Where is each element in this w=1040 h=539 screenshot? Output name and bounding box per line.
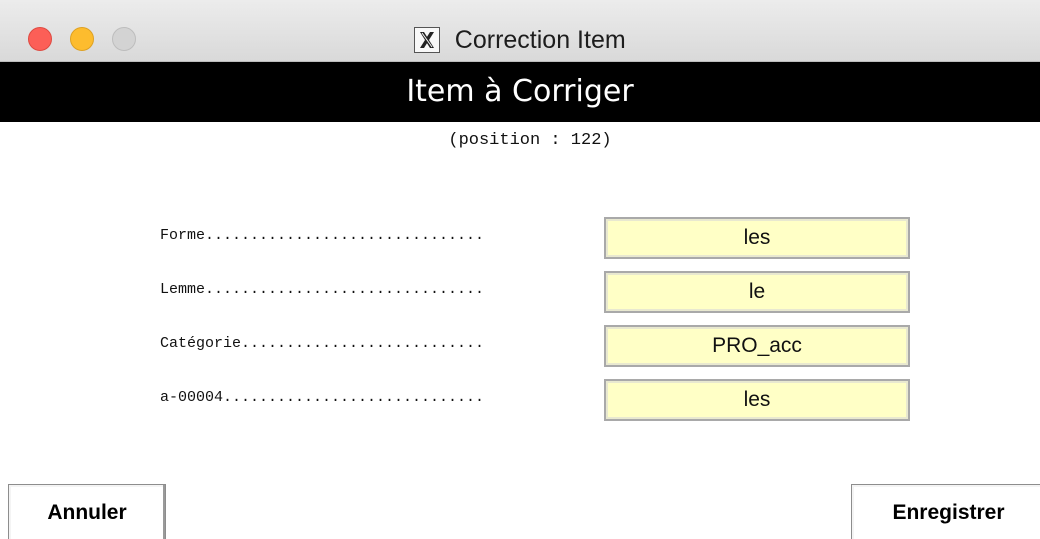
categorie-field[interactable] xyxy=(604,325,910,367)
form-row-categorie: Catégorie........................... xyxy=(0,325,1040,367)
forme-label: Forme............................... xyxy=(160,227,485,244)
form-row-a-00004: a-00004............................. xyxy=(0,379,1040,421)
form-row-forme: Forme............................... xyxy=(0,217,1040,259)
forme-field[interactable] xyxy=(604,217,910,259)
window-title-group: Correction Item xyxy=(0,26,1040,56)
categorie-label: Catégorie........................... xyxy=(160,335,485,352)
save-button[interactable]: Enregistrer xyxy=(851,484,1040,539)
lemme-label: Lemme............................... xyxy=(160,281,485,298)
title-bar[interactable]: Correction Item xyxy=(0,0,1040,62)
window-title: Correction Item xyxy=(454,26,626,54)
a-00004-field[interactable] xyxy=(604,379,910,421)
a-00004-label: a-00004............................. xyxy=(160,389,485,406)
cancel-button[interactable]: Annuler xyxy=(8,484,166,539)
form-row-lemme: Lemme............................... xyxy=(0,271,1040,313)
lemme-field[interactable] xyxy=(604,271,910,313)
position-indicator: (position : 122) xyxy=(448,131,612,150)
page-title: Item à Corriger xyxy=(0,62,1040,122)
correction-item-window: Correction Item Item à Corriger (positio… xyxy=(0,0,1040,539)
x11-icon xyxy=(414,26,441,53)
